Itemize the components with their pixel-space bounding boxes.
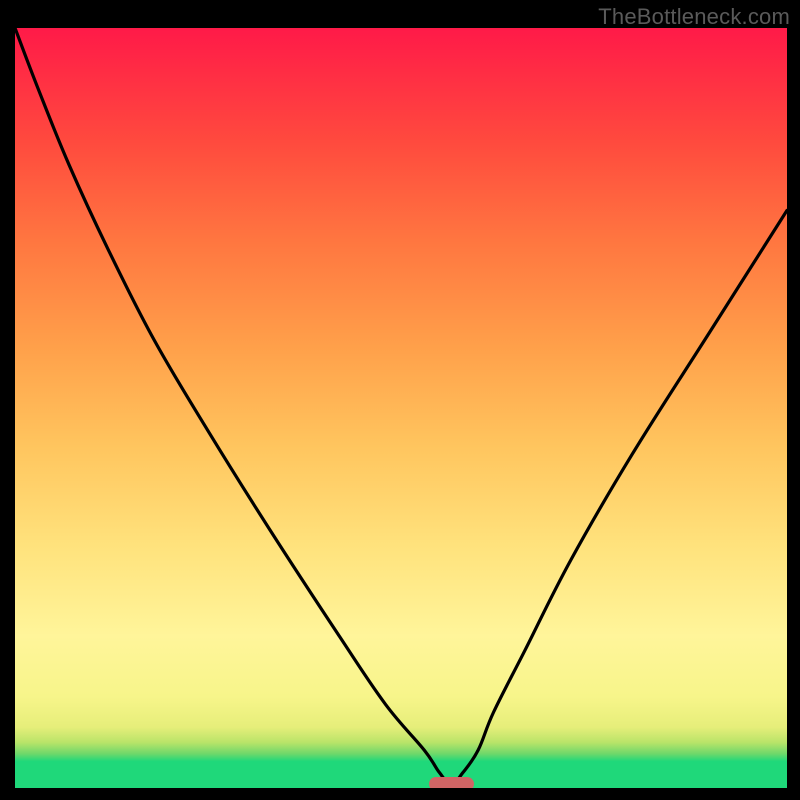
chart-frame: TheBottleneck.com xyxy=(0,0,800,800)
plot-area xyxy=(15,28,787,788)
bottleneck-curve xyxy=(15,28,787,788)
optimal-marker xyxy=(429,777,474,788)
curve-path xyxy=(15,28,787,784)
watermark-text: TheBottleneck.com xyxy=(598,4,790,30)
